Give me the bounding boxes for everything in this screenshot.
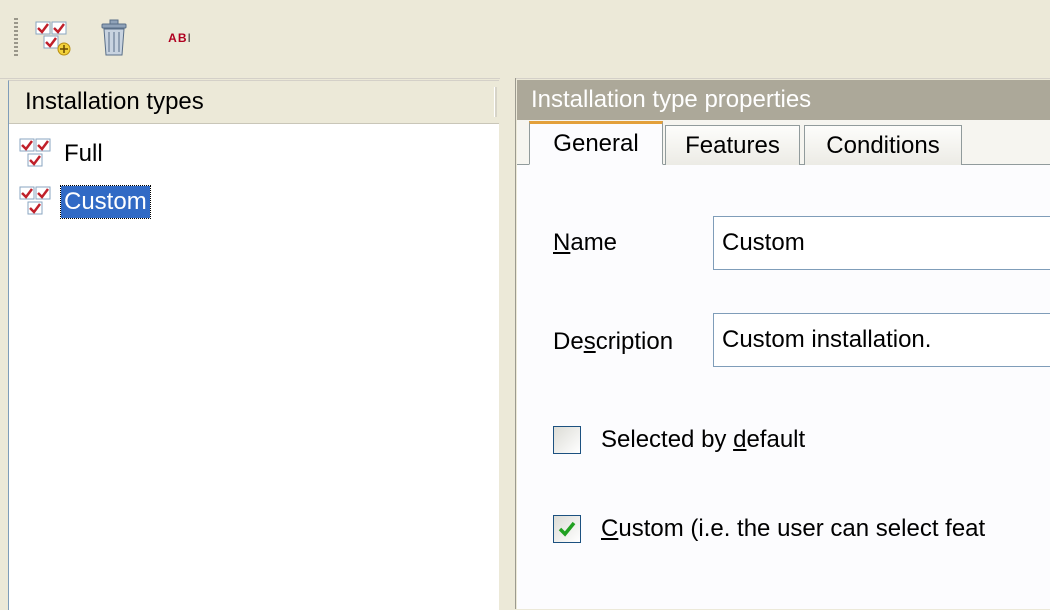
tab-label: General: [553, 130, 639, 157]
description-label: Description: [553, 328, 674, 355]
description-field[interactable]: Custom installation.: [713, 313, 1050, 367]
rename-icon: ABI: [168, 31, 192, 45]
name-field[interactable]: Custom: [713, 216, 1050, 270]
tree-item-label: Full: [64, 140, 103, 167]
installation-types-header: Installation types: [9, 81, 499, 124]
selected-by-default-label[interactable]: Selected by default: [601, 426, 805, 454]
toolbar: ABI: [0, 0, 1050, 79]
installation-types-panel: Installation types Full Custom: [8, 80, 499, 610]
selected-by-default-checkbox[interactable]: [553, 426, 581, 454]
panel-title: Installation type properties: [531, 86, 812, 113]
toolbar-grip[interactable]: [14, 18, 18, 58]
tab-general[interactable]: General: [529, 121, 663, 165]
properties-panel: Installation type properties General Fea…: [517, 80, 1050, 609]
tree-item-label: Custom: [60, 185, 151, 219]
panel-splitter[interactable]: [500, 78, 516, 609]
trash-icon: [101, 19, 127, 56]
delete-button[interactable]: [94, 14, 134, 62]
properties-header: Installation type properties: [517, 80, 1050, 120]
general-tab-content: Name Custom Description Custom installat…: [517, 165, 1050, 609]
description-field-value: Custom installation.: [722, 326, 932, 353]
custom-checkbox[interactable]: [553, 515, 581, 543]
installation-type-add-icon: [35, 21, 71, 56]
name-field-value: Custom: [722, 229, 805, 256]
installation-type-icon: [19, 186, 51, 215]
check-mark-icon: [558, 521, 576, 537]
add-installation-type-button[interactable]: [30, 14, 78, 62]
tab-features[interactable]: Features: [665, 125, 800, 165]
tab-label: Features: [685, 131, 780, 159]
rename-button[interactable]: ABI: [150, 14, 210, 62]
tab-bar: General Features Conditions: [517, 120, 1050, 165]
panel-title: Installation types: [25, 88, 204, 115]
tab-label: Conditions: [826, 131, 940, 159]
installation-type-icon: [19, 138, 51, 167]
header-resize-handle[interactable]: [494, 87, 497, 117]
name-label: Name: [553, 229, 618, 256]
tree-item-custom[interactable]: Custom: [19, 179, 151, 225]
tab-conditions[interactable]: Conditions: [804, 125, 962, 165]
tree-item-full[interactable]: Full: [19, 131, 106, 177]
custom-label[interactable]: Custom (i.e. the user can select feat: [601, 515, 985, 543]
